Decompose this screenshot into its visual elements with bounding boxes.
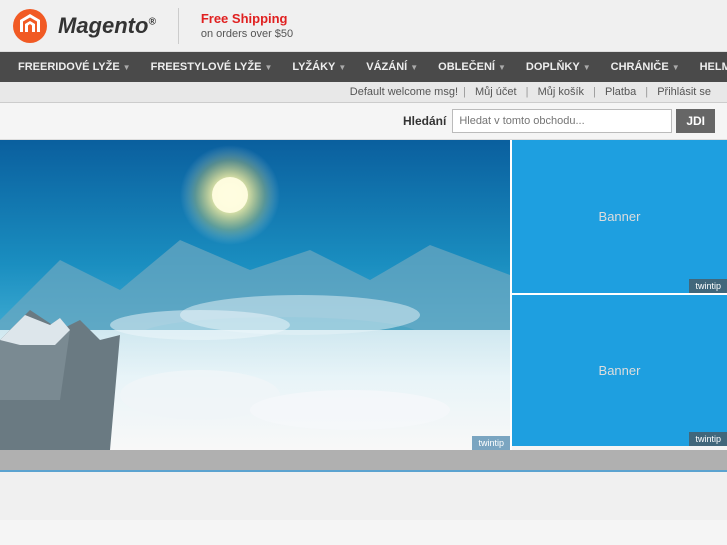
right-top-banner[interactable]: Banner twintip xyxy=(512,140,727,293)
nav-arrow-2: ▼ xyxy=(338,63,346,72)
search-bar: Hledání JDI xyxy=(0,103,727,140)
search-label: Hledání xyxy=(403,114,446,128)
nav-item-lyzaky[interactable]: LYŽÁKY ▼ xyxy=(282,52,356,82)
free-shipping-promo: Free Shipping on orders over $50 xyxy=(201,11,293,40)
platba-link[interactable]: Platba xyxy=(605,86,636,98)
nav-arrow-0: ▼ xyxy=(123,63,131,72)
my-cart-link[interactable]: Můj košík xyxy=(538,86,584,98)
nav-item-chranice[interactable]: CHRÁNIČE ▼ xyxy=(601,52,690,82)
right-bottom-banner-label: twintip xyxy=(689,432,727,446)
right-top-banner-text: Banner xyxy=(599,209,641,224)
nav-arrow-3: ▼ xyxy=(410,63,418,72)
top-header: Magento® Free Shipping on orders over $5… xyxy=(0,0,727,52)
welcome-bar: Default welcome msg! | Můj účet | Můj ko… xyxy=(0,82,727,103)
nav-item-obleceni[interactable]: OBLEČENÍ ▼ xyxy=(428,52,516,82)
right-bottom-banner[interactable]: Banner twintip xyxy=(512,293,727,446)
my-account-link[interactable]: Můj účet xyxy=(475,86,517,98)
nav-item-freestylove[interactable]: FREESTYLOVÉ LYŽE ▼ xyxy=(141,52,283,82)
logo-divider xyxy=(178,8,179,44)
nav-arrow-5: ▼ xyxy=(583,63,591,72)
magento-logo-icon xyxy=(12,8,48,44)
main-banner-image xyxy=(0,140,510,450)
logo-area: Magento® Free Shipping on orders over $5… xyxy=(12,8,293,44)
right-top-banner-label: twintip xyxy=(689,279,727,293)
nav-arrow-6: ▼ xyxy=(672,63,680,72)
footer-area xyxy=(0,470,727,520)
nav-arrow-4: ▼ xyxy=(498,63,506,72)
right-banners: Banner twintip Banner twintip xyxy=(510,140,727,450)
nav-arrow-1: ▼ xyxy=(264,63,272,72)
nav-item-doplnky[interactable]: DOPLŇKY ▼ xyxy=(516,52,601,82)
login-link[interactable]: Přihlásit se xyxy=(657,86,711,98)
free-shipping-sub: on orders over $50 xyxy=(201,28,293,40)
logo-text: Magento® xyxy=(58,13,156,39)
main-banner-label: twintip xyxy=(472,436,510,450)
right-bottom-banner-text: Banner xyxy=(599,363,641,378)
nav-item-vazani[interactable]: VÁZÁNÍ ▼ xyxy=(356,52,428,82)
search-input[interactable] xyxy=(452,109,672,133)
main-nav: FREERIDOVÉ LYŽE ▼ FREESTYLOVÉ LYŽE ▼ LYŽ… xyxy=(0,52,727,82)
search-button[interactable]: JDI xyxy=(676,109,715,133)
nav-item-helmy[interactable]: HELMY ▼ xyxy=(690,52,727,82)
main-banner[interactable]: twintip xyxy=(0,140,510,450)
welcome-msg: Default welcome msg! xyxy=(350,86,458,98)
nav-item-freeridove[interactable]: FREERIDOVÉ LYŽE ▼ xyxy=(8,52,141,82)
bottom-bar xyxy=(0,450,727,470)
banner-container: twintip Banner twintip Banner twintip xyxy=(0,140,727,450)
free-shipping-label: Free Shipping xyxy=(201,11,293,28)
